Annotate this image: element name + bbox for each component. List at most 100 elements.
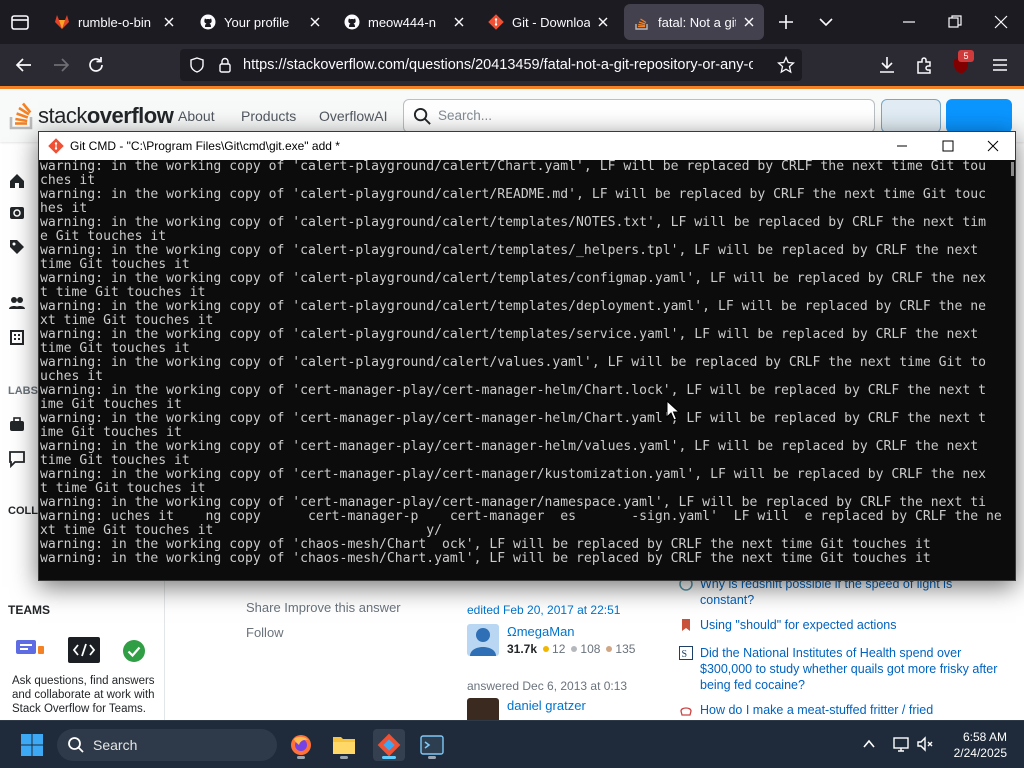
new-tab-icon[interactable] — [776, 12, 796, 32]
network-icon[interactable] — [892, 735, 910, 753]
stackoverflow-logo[interactable]: stackoverflow — [38, 103, 174, 129]
tab-label: Git - Downloadi — [512, 14, 590, 30]
maximize-window-icon[interactable] — [940, 138, 956, 154]
nav-about[interactable]: About — [178, 108, 215, 124]
extensions-puzzle-icon[interactable] — [913, 54, 935, 76]
taskbar-search-label: Search — [93, 737, 138, 753]
close-tab-icon[interactable] — [742, 15, 756, 29]
jobs-briefcase-icon[interactable] — [8, 416, 26, 434]
login-button[interactable] — [881, 99, 941, 133]
nav-products[interactable]: Products — [241, 108, 296, 124]
close-window-icon[interactable] — [991, 12, 1011, 32]
tab-label: meow444-n — [368, 14, 436, 30]
tab-github-repo[interactable]: meow444-n — [334, 4, 474, 40]
restore-window-icon[interactable] — [945, 12, 965, 32]
close-tab-icon[interactable] — [308, 15, 322, 29]
terminal-taskbar-app[interactable] — [416, 729, 448, 761]
hot-question[interactable]: How do I make a meat-stuffed fritter / f… — [680, 702, 1000, 718]
avatar[interactable] — [467, 624, 499, 656]
nav-overflowai[interactable]: OverflowAI — [319, 108, 387, 124]
git-cmd-window[interactable]: Git CMD - "C:\Program Files\Git\cmd\git.… — [38, 131, 1016, 581]
tab-list-icon[interactable] — [8, 10, 32, 34]
chevron-up-icon[interactable] — [860, 735, 878, 753]
follow-link[interactable]: Follow — [246, 625, 284, 640]
hot-question[interactable]: Using "should" for expected actions — [682, 617, 1000, 633]
console-line: warning: in the working copy of 'cert-ma… — [40, 468, 986, 482]
console-line: time Git touches it — [40, 454, 190, 468]
extension-badge: 5 — [958, 50, 974, 62]
reload-icon[interactable] — [85, 54, 107, 76]
console-line: warning: in the working copy of 'calert-… — [40, 188, 986, 202]
console-line: xt time Git touches it — [40, 314, 214, 328]
bookmark-star-icon[interactable] — [777, 56, 795, 74]
shield-icon[interactable] — [188, 56, 206, 74]
console-line: warning: in the working copy of 'calert-… — [40, 328, 979, 342]
system-clock[interactable]: 6:58 AM 2/24/2025 — [937, 729, 1007, 761]
console-line: e Git touches it — [40, 230, 167, 244]
silver-badge-dot — [571, 646, 578, 652]
back-arrow-icon[interactable] — [13, 54, 35, 76]
labs-heading: LABS — [8, 385, 38, 397]
hot-question-title[interactable]: Did the National Institutes of Health sp… — [700, 646, 997, 692]
downloads-icon[interactable] — [876, 54, 898, 76]
console-line: warning: in the working copy of 'calert-… — [40, 272, 986, 286]
teams-heading: TEAMS — [8, 603, 50, 617]
console-line: warning: in the working copy of 'cert-ma… — [40, 440, 979, 454]
close-tab-icon[interactable] — [162, 15, 176, 29]
github-icon — [344, 14, 360, 30]
taskbar-search[interactable]: Search — [57, 729, 277, 761]
companies-icon[interactable] — [8, 328, 26, 346]
close-tab-icon[interactable] — [452, 15, 466, 29]
chevron-down-icon[interactable] — [816, 12, 836, 32]
url-text[interactable]: https://stackoverflow.com/questions/2041… — [243, 57, 753, 73]
user-name[interactable]: ΩmegaMan — [507, 624, 575, 639]
hot-question-title[interactable]: Using "should" for expected actions — [700, 618, 896, 632]
signup-button[interactable] — [946, 99, 1012, 133]
user-name[interactable]: daniel gratzer — [507, 698, 586, 713]
discussions-icon[interactable] — [8, 450, 26, 468]
hot-question[interactable]: S Did the National Institutes of Health … — [679, 645, 1000, 693]
close-window-icon[interactable] — [985, 138, 1001, 154]
console-line: warning: in the working copy of 'calert-… — [40, 244, 979, 258]
clock-time: 6:58 AM — [962, 730, 1007, 744]
console-line: warning: in the working copy of 'calert-… — [40, 300, 986, 314]
hot-question-title[interactable]: How do I make a meat-stuffed fritter / f… — [700, 703, 933, 717]
users-icon[interactable] — [8, 294, 26, 312]
file-explorer-taskbar-app[interactable] — [328, 729, 360, 761]
hamburger-menu-icon[interactable] — [989, 54, 1011, 76]
console-scrollbar[interactable] — [1007, 160, 1015, 580]
edited-timestamp[interactable]: edited Feb 20, 2017 at 22:51 — [467, 603, 620, 617]
tab-github-profile[interactable]: Your profile — [190, 4, 330, 40]
url-bar[interactable]: https://stackoverflow.com/questions/2041… — [180, 49, 802, 81]
browser-tab-strip: rumble-o-bin · G Your profile meow444-n — [0, 0, 1024, 44]
tab-git-download[interactable]: Git - Downloadi — [478, 4, 618, 40]
stackoverflow-logo-icon[interactable] — [8, 97, 36, 131]
minimize-window-icon[interactable] — [894, 138, 910, 154]
share-improve-links[interactable]: Share Improve this answer — [246, 600, 401, 615]
tab-stackoverflow[interactable]: fatal: Not a git r — [624, 4, 764, 40]
console-scroll-thumb[interactable] — [1011, 162, 1014, 176]
so-search-input[interactable]: Search... — [403, 99, 875, 133]
close-tab-icon[interactable] — [596, 15, 610, 29]
home-icon[interactable] — [8, 172, 26, 190]
minimize-window-icon[interactable] — [899, 12, 919, 32]
console-line: warning: in the working copy of 'calert-… — [40, 356, 986, 370]
search-placeholder: Search... — [438, 108, 493, 123]
questions-icon[interactable] — [8, 205, 26, 223]
tag-icon[interactable] — [8, 238, 26, 256]
user-reputation: 31.7k 12 108 135 — [507, 642, 635, 656]
forward-arrow-icon[interactable] — [50, 54, 72, 76]
console-output[interactable]: warning: in the working copy of 'calert-… — [39, 160, 1007, 580]
clock-date: 2/24/2025 — [953, 746, 1007, 760]
hot-question-title[interactable]: Why is redshift possible if the speed of… — [700, 577, 952, 607]
windows-start-icon[interactable] — [20, 733, 44, 757]
search-icon — [413, 107, 431, 125]
firefox-taskbar-app[interactable] — [285, 729, 317, 761]
cmd-titlebar[interactable]: Git CMD - "C:\Program Files\Git\cmd\git.… — [39, 132, 1015, 160]
volume-muted-icon[interactable] — [916, 735, 934, 753]
tab-gitlab[interactable]: rumble-o-bin · G — [44, 4, 184, 40]
cooking-icon — [680, 707, 692, 716]
git-gui-taskbar-app[interactable] — [373, 729, 405, 761]
lock-icon[interactable] — [216, 56, 234, 74]
teams-description: Ask questions, find answers and collabor… — [12, 675, 155, 715]
